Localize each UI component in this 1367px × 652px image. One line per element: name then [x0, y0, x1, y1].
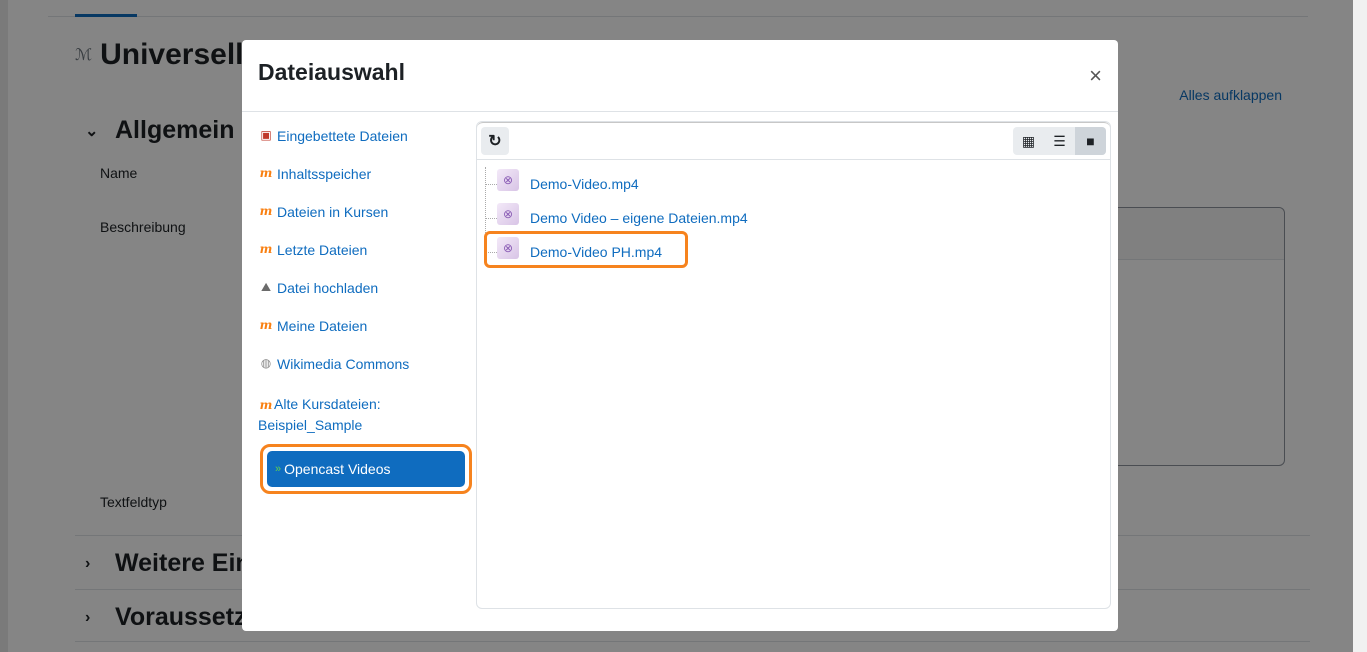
tree-view-icon[interactable]: ■: [1075, 127, 1106, 155]
pdf-file-icon: ▣: [260, 128, 272, 142]
upload-icon: ⛰: [260, 280, 272, 294]
repo-opencast-videos[interactable]: » Opencast Videos: [267, 451, 465, 487]
video-file-icon: ⊗: [497, 203, 519, 225]
repo-upload-file[interactable]: ⛰ Datei hochladen: [258, 280, 378, 296]
file-browser: ↻ ▦ ☰ ■ ⊗ Demo-Video.mp4 ⊗ Demo Video – …: [476, 121, 1111, 609]
refresh-icon[interactable]: ↻: [481, 127, 509, 155]
close-icon[interactable]: ×: [1089, 65, 1102, 87]
file-picker-dialog: Dateiauswahl × ▣ Eingebettete Dateien m …: [242, 40, 1118, 631]
repo-content-bank[interactable]: m Inhaltsspeicher: [258, 166, 372, 182]
repo-legacy-course-files[interactable]: m Alte Kursdateien: Beispiel_Sample: [258, 394, 448, 435]
file-item[interactable]: ⊗ Demo Video – eigene Dateien.mp4: [485, 201, 748, 235]
list-view-icon[interactable]: ☰: [1044, 127, 1075, 155]
moodle-icon: m: [259, 398, 273, 412]
file-browser-toolbar: ↻ ▦ ☰ ■: [477, 122, 1110, 160]
repo-recent-files[interactable]: m Letzte Dateien: [258, 242, 368, 258]
file-item[interactable]: ⊗ Demo-Video.mp4: [485, 167, 748, 201]
moodle-icon: m: [259, 242, 273, 256]
repo-my-files[interactable]: m Meine Dateien: [258, 318, 368, 334]
page-scrollbar[interactable]: [1353, 0, 1367, 652]
moodle-icon: m: [259, 318, 273, 332]
repo-wikimedia[interactable]: ◍ Wikimedia Commons: [258, 356, 410, 372]
dialog-header: Dateiauswahl ×: [242, 40, 1118, 112]
repo-course-files[interactable]: m Dateien in Kursen: [258, 204, 389, 220]
opencast-icon: »: [275, 463, 281, 475]
moodle-icon: m: [259, 166, 273, 180]
view-switcher: ▦ ☰ ■: [1013, 127, 1106, 155]
dialog-title: Dateiauswahl: [258, 59, 405, 85]
video-file-icon: ⊗: [497, 169, 519, 191]
left-edge: [0, 0, 8, 652]
wikimedia-icon: ◍: [260, 356, 272, 370]
selected-file-highlight: [484, 231, 688, 268]
repo-opencast-highlight: » Opencast Videos: [260, 444, 472, 494]
icons-view-icon[interactable]: ▦: [1013, 127, 1044, 155]
moodle-icon: m: [259, 204, 273, 218]
repo-embedded-files[interactable]: ▣ Eingebettete Dateien: [258, 128, 407, 144]
